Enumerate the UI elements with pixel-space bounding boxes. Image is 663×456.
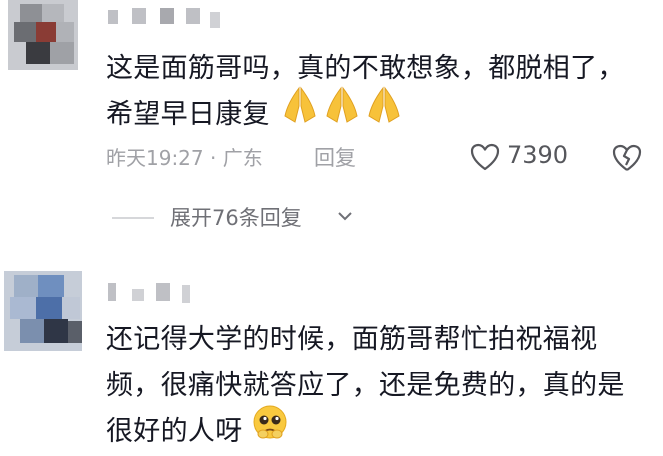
avatar[interactable] <box>8 0 78 70</box>
comment-1: 这是面筋哥吗，真的不敢想象，都脱相了，希望早日康复 昨天19:27 · 广东 回… <box>0 0 663 250</box>
broken-heart-icon[interactable] <box>611 143 643 173</box>
comment-2: 还记得大学的时候，面筋哥帮忙拍祝福视频，很痛快就答应了，还是免费的，真的是很好的… <box>0 255 663 447</box>
reply-button[interactable]: 回复 <box>314 142 356 172</box>
divider-line <box>112 217 154 219</box>
comment-text: 这是面筋哥吗，真的不敢想象，都脱相了，希望早日康复 <box>106 46 651 139</box>
comment-text: 还记得大学的时候，面筋哥帮忙拍祝福视频，很痛快就答应了，还是免费的，真的是很好的… <box>106 317 651 456</box>
comment-time: 昨天19:27 <box>106 146 204 170</box>
chevron-down-icon <box>338 212 352 221</box>
comment-location: 广东 <box>222 146 263 170</box>
pleading-face-emoji <box>251 403 289 456</box>
expand-replies-label: 展开76条回复 <box>170 206 302 230</box>
expand-replies[interactable]: 展开76条回复 <box>112 202 362 232</box>
dot-separator: · <box>210 146 223 170</box>
username-masked[interactable] <box>106 4 236 30</box>
heart-icon[interactable] <box>470 143 500 171</box>
like-count: 7390 <box>507 141 569 169</box>
folded-hands-emoji <box>279 86 405 139</box>
avatar[interactable] <box>4 271 82 351</box>
comment-meta: 昨天19:27 · 广东 <box>106 142 263 171</box>
username-masked[interactable] <box>106 279 206 305</box>
